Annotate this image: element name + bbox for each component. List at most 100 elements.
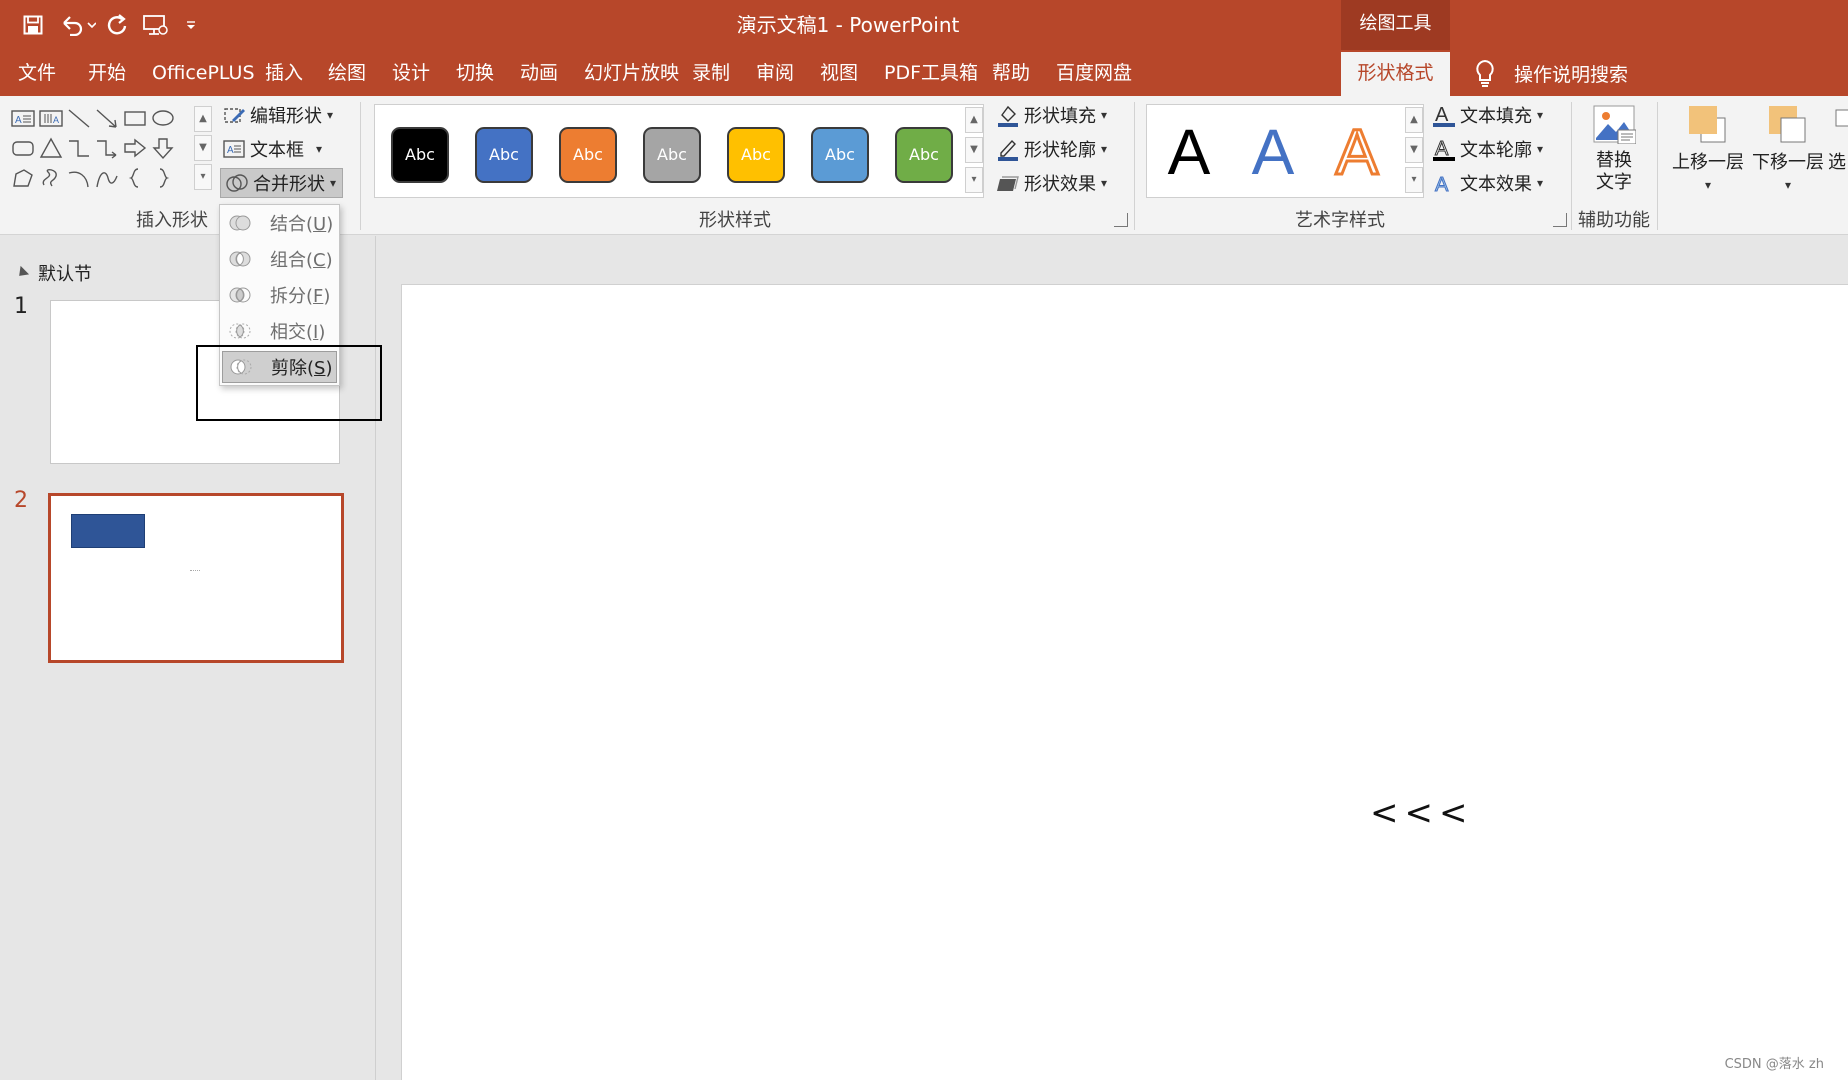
tab-help[interactable]: 帮助	[992, 50, 1030, 96]
wordart-dialog-launcher-icon[interactable]	[1553, 213, 1567, 227]
vertical-textbox-shape-icon[interactable]: A	[38, 106, 66, 134]
style-preset-green[interactable]: Abc	[895, 127, 953, 183]
tab-record[interactable]: 录制	[692, 50, 730, 96]
tab-officeplus[interactable]: OfficePLUS	[152, 50, 255, 96]
text-box-button[interactable]: A 文本框 ▾	[222, 134, 322, 164]
shape-fill-button[interactable]: 形状填充 ▾	[996, 100, 1107, 130]
svg-text:A: A	[1435, 138, 1449, 160]
merge-shapes-button[interactable]: 合并形状 ▾	[220, 168, 344, 198]
edit-shape-label: 编辑形状	[250, 106, 322, 127]
style-preset-gray[interactable]: Abc	[643, 127, 701, 183]
wordart-more-icon[interactable]: ▾	[1405, 167, 1423, 193]
style-preset-orange[interactable]: Abc	[559, 127, 617, 183]
left-brace-shape-icon[interactable]	[122, 166, 150, 194]
tab-file[interactable]: 文件	[18, 50, 56, 96]
gallery-more-icon[interactable]: ▾	[194, 164, 212, 190]
wordart-gallery[interactable]: A A A ▲ ▼ ▾	[1146, 104, 1424, 198]
style-preset-gold[interactable]: Abc	[727, 127, 785, 183]
curve-shape-icon[interactable]	[94, 166, 122, 194]
tab-slideshow[interactable]: 幻灯片放映	[584, 50, 679, 96]
tab-pdf-toolbox[interactable]: PDF工具箱	[884, 50, 978, 96]
selection-pane-button[interactable]: 选	[1828, 104, 1848, 174]
merge-fragment-item[interactable]: 拆分(F)	[222, 279, 337, 311]
section-header[interactable]: 默认节	[14, 260, 92, 286]
style-preset-light-blue[interactable]: Abc	[811, 127, 869, 183]
text-effects-icon: A	[1435, 174, 1450, 196]
shape-effects-button[interactable]: 形状效果 ▾	[996, 168, 1107, 198]
tab-design[interactable]: 设计	[392, 50, 430, 96]
alt-text-image-icon	[1593, 105, 1637, 145]
insert-shapes-group-label: 插入形状	[136, 210, 208, 231]
shape-styles-gallery[interactable]: Abc Abc Abc Abc Abc Abc Abc ▲ ▼ ▾	[374, 104, 984, 198]
send-backward-button[interactable]: 下移一层 ▾	[1748, 104, 1828, 196]
tab-insert[interactable]: 插入	[265, 50, 303, 96]
slide-canvas[interactable]: <<<	[401, 284, 1848, 1080]
title-bar: 演示文稿1 - PowerPoint 绘图工具	[0, 0, 1848, 50]
wordart-scroll-down-icon[interactable]: ▼	[1405, 137, 1423, 163]
slide-number: 2	[14, 488, 28, 513]
oval-shape-icon[interactable]	[150, 106, 178, 134]
edit-shape-button[interactable]: 编辑形状 ▾	[222, 100, 333, 130]
group-separator	[1657, 102, 1658, 230]
slide-thumbnail-2[interactable]	[48, 493, 344, 663]
shape-outline-button[interactable]: 形状轮廓 ▾	[996, 134, 1107, 164]
textbox-shape-icon[interactable]: A	[10, 106, 38, 134]
alt-text-label-line2: 文字	[1596, 172, 1632, 193]
text-effects-button[interactable]: A 文本效果 ▾	[1432, 168, 1544, 198]
style-preset-blue[interactable]: Abc	[475, 127, 533, 183]
text-outline-button[interactable]: A 文本轮廓 ▾	[1432, 134, 1543, 164]
rectangle-shape-icon[interactable]	[122, 106, 150, 134]
line-shape-icon[interactable]	[66, 106, 94, 134]
tab-draw[interactable]: 绘图	[328, 50, 366, 96]
rounded-rectangle-shape-icon[interactable]	[10, 136, 38, 164]
combine-icon	[229, 251, 251, 267]
bring-forward-button[interactable]: 上移一层 ▾	[1668, 104, 1748, 196]
style-preset-black[interactable]: Abc	[391, 127, 449, 183]
wordart-preset-black[interactable]: A	[1159, 117, 1219, 187]
wordart-scroll-up-icon[interactable]: ▲	[1405, 107, 1423, 133]
collapse-triangle-icon[interactable]	[14, 265, 30, 281]
merge-union-item[interactable]: 结合(U)	[222, 207, 337, 239]
text-effects-label: 文本效果	[1460, 174, 1532, 195]
right-brace-shape-icon[interactable]	[150, 166, 178, 194]
wordart-preset-blue[interactable]: A	[1243, 117, 1303, 187]
freeform-shape-icon[interactable]	[10, 166, 38, 194]
tab-animations[interactable]: 动画	[520, 50, 558, 96]
shape-styles-dialog-launcher-icon[interactable]	[1114, 213, 1128, 227]
styles-more-icon[interactable]: ▾	[965, 167, 983, 193]
gallery-scroll-down-icon[interactable]: ▼	[194, 135, 212, 161]
intersect-label: 相交(I)	[270, 322, 326, 343]
chevron-down-icon: ▾	[1101, 142, 1108, 156]
scribble-shape-icon[interactable]	[38, 166, 66, 194]
chevron-down-icon: ▾	[1537, 108, 1544, 122]
wordart-preset-orange-outline[interactable]: A	[1327, 116, 1387, 189]
text-fill-button[interactable]: A 文本填充 ▾	[1432, 100, 1543, 130]
triangle-shape-icon[interactable]	[38, 136, 66, 164]
merge-combine-item[interactable]: 组合(C)	[222, 243, 337, 275]
arc-shape-icon[interactable]	[66, 166, 94, 194]
tab-home[interactable]: 开始	[88, 50, 126, 96]
chevron-down-icon: ▾	[1101, 176, 1108, 190]
arrow-line-shape-icon[interactable]	[94, 106, 122, 134]
shape-effects-label: 形状效果	[1024, 174, 1096, 195]
alt-text-button[interactable]: 替换 文字	[1578, 104, 1650, 194]
tab-shape-format[interactable]: 形状格式	[1341, 52, 1450, 96]
tab-view[interactable]: 视图	[820, 50, 858, 96]
slide-text[interactable]: <<<	[1370, 793, 1473, 833]
shapes-gallery[interactable]: A A ▲ ▼ ▾	[10, 106, 212, 194]
merge-intersect-item[interactable]: 相交(I)	[222, 315, 337, 347]
intersect-icon	[229, 323, 251, 339]
styles-scroll-down-icon[interactable]: ▼	[965, 137, 983, 163]
elbow-arrow-connector-shape-icon[interactable]	[94, 136, 122, 164]
right-arrow-shape-icon[interactable]	[122, 136, 150, 164]
tab-baidu-netdisk[interactable]: 百度网盘	[1056, 50, 1132, 96]
tab-review[interactable]: 审阅	[756, 50, 794, 96]
bring-forward-icon	[1689, 106, 1726, 143]
down-arrow-shape-icon[interactable]	[150, 136, 178, 164]
elbow-connector-shape-icon[interactable]	[66, 136, 94, 164]
chevron-down-icon: ▾	[1704, 178, 1712, 192]
styles-scroll-up-icon[interactable]: ▲	[965, 107, 983, 133]
tab-transitions[interactable]: 切换	[456, 50, 494, 96]
gallery-scroll-up-icon[interactable]: ▲	[194, 106, 212, 132]
tell-me-search[interactable]: 操作说明搜索	[1470, 50, 1628, 96]
